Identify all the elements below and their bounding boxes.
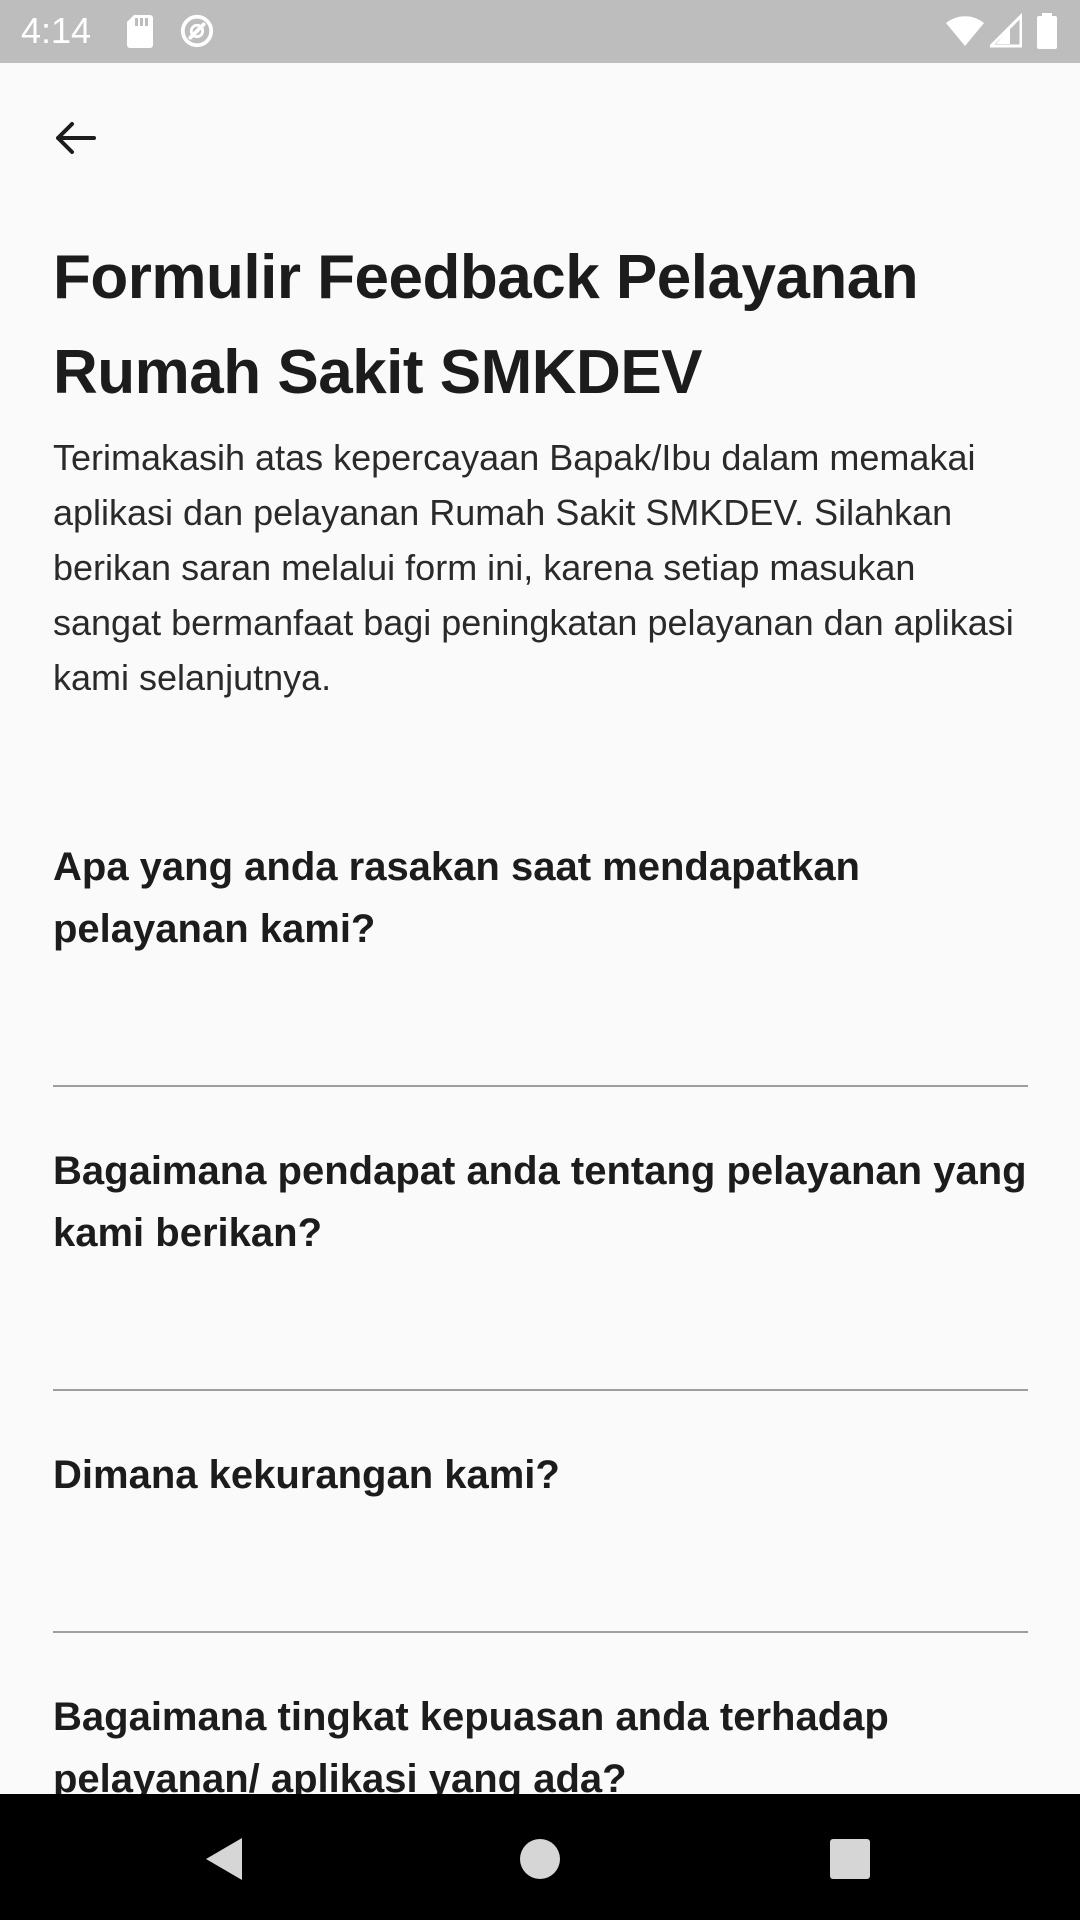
question-3-input[interactable] xyxy=(53,1571,1028,1633)
nav-back-button[interactable] xyxy=(190,1824,260,1894)
question-4: Bagaimana tingkat kepuasan anda terhadap… xyxy=(53,1686,1028,1810)
signal-icon xyxy=(990,13,1022,48)
question-3-label: Dimana kekurangan kami? xyxy=(53,1453,560,1497)
recents-square-icon xyxy=(830,1839,870,1879)
status-bar: 4:14 xyxy=(0,0,1080,63)
status-time: 4:14 xyxy=(21,10,92,51)
back-button[interactable] xyxy=(36,100,112,176)
question-3: Dimana kekurangan kami? xyxy=(53,1444,1028,1633)
feedback-form-screen: 4:14 Formulir Feedback Pelayanan Rumah S… xyxy=(0,0,1080,1920)
question-1-input[interactable] xyxy=(53,1025,1028,1087)
form-description: Terimakasih atas kepercayaan Bapak/Ibu d… xyxy=(53,437,1014,698)
wifi-icon xyxy=(946,16,984,46)
question-2-input[interactable] xyxy=(53,1329,1028,1391)
form-header: Formulir Feedback Pelayanan Rumah Sakit … xyxy=(53,230,1028,705)
question-2-label: Bagaimana pendapat anda tentang pelayana… xyxy=(53,1149,1027,1255)
question-1: Apa yang anda rasakan saat mendapatkan p… xyxy=(53,836,1028,1087)
sd-card-icon xyxy=(127,15,153,48)
home-circle-icon xyxy=(520,1839,560,1879)
arrow-back-icon xyxy=(56,122,96,154)
page-title: Formulir Feedback Pelayanan Rumah Sakit … xyxy=(53,243,919,407)
question-1-label: Apa yang anda rasakan saat mendapatkan p… xyxy=(53,845,860,951)
question-2: Bagaimana pendapat anda tentang pelayana… xyxy=(53,1140,1028,1391)
question-4-label: Bagaimana tingkat kepuasan anda terhadap… xyxy=(53,1695,889,1801)
system-navigation-bar xyxy=(0,1794,1080,1920)
nav-home-button[interactable] xyxy=(505,1824,575,1894)
do-not-disturb-icon xyxy=(180,14,214,48)
back-triangle-icon xyxy=(206,1838,242,1880)
nav-recents-button[interactable] xyxy=(815,1824,885,1894)
battery-icon xyxy=(1037,13,1057,49)
